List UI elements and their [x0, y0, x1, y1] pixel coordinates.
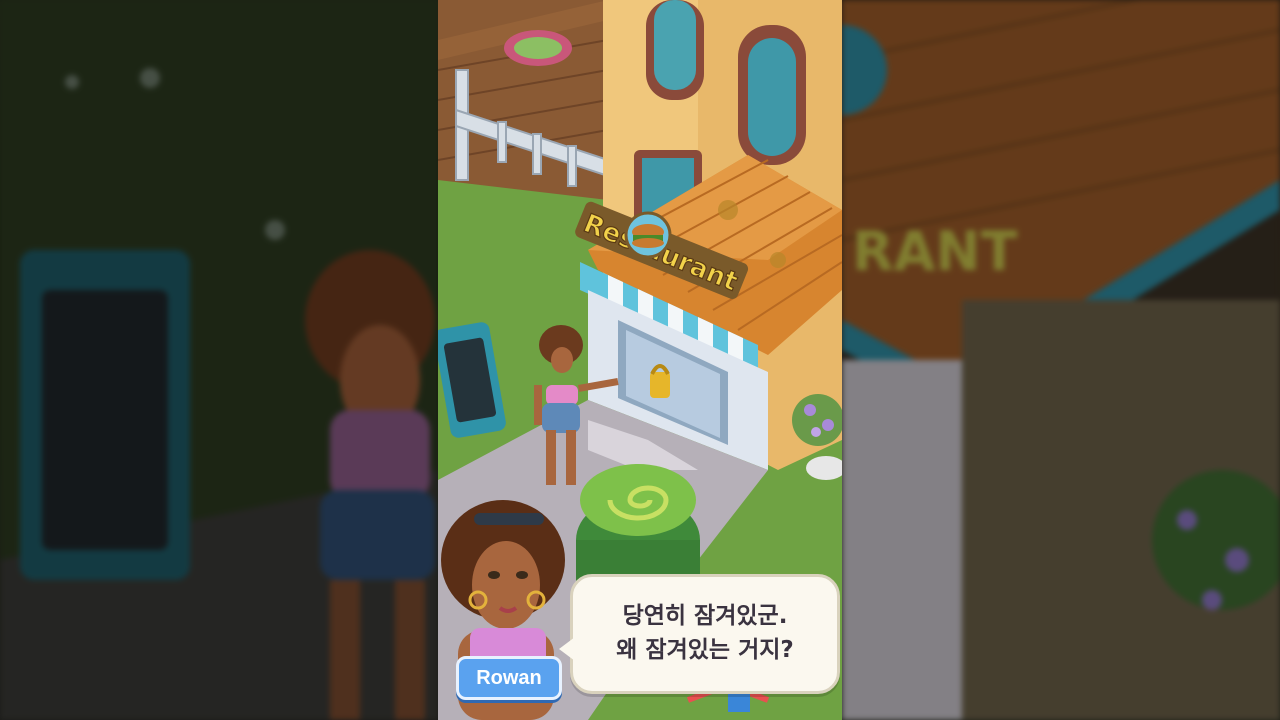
dialogue-text: 당연히 잠겨있군. 왜 잠겨있는 거지?	[573, 599, 837, 667]
padlock-icon[interactable]	[650, 372, 670, 398]
game-screen: Restaurant	[0, 0, 1280, 720]
speaker-name-tag: Rowan	[456, 656, 562, 700]
left-blurred-background	[0, 0, 438, 720]
dialogue-line-2: 왜 잠겨있는 거지?	[616, 637, 794, 663]
dialogue-bubble[interactable]: 당연히 잠겨있군. 왜 잠겨있는 거지?	[559, 574, 840, 694]
right-blurred-background: RANT	[842, 0, 1280, 720]
dialogue-line-1: 당연히 잠겨있군.	[622, 603, 788, 629]
